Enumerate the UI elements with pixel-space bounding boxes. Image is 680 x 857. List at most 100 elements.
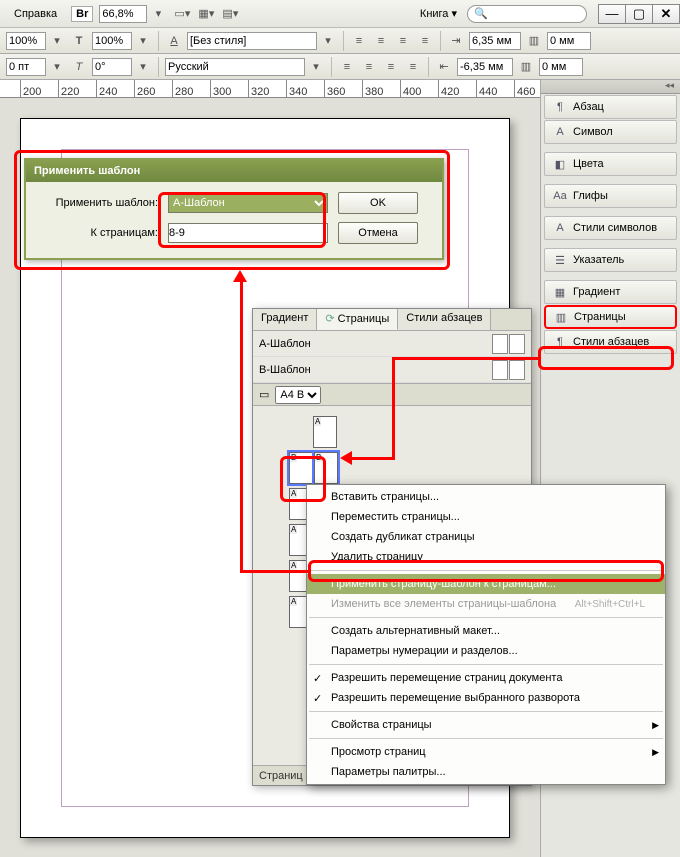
- ctx-label: Переместить страницы...: [331, 511, 460, 523]
- master-template-select[interactable]: A-Шаблон: [168, 193, 328, 213]
- ok-button[interactable]: OK: [338, 192, 418, 214]
- ctx-viewpages[interactable]: Просмотр страниц▶: [307, 742, 665, 762]
- ruler-tick: 380: [362, 80, 383, 98]
- screen-mode-icon[interactable]: ▭▾: [173, 5, 191, 23]
- panel-charstyles[interactable]: AСтили символов: [544, 216, 677, 240]
- panel-parastyles[interactable]: ¶Стили абзацев: [544, 330, 677, 354]
- dropdown-icon[interactable]: ▾: [149, 5, 167, 23]
- ctx-panelopts[interactable]: Параметры палитры...: [307, 762, 665, 782]
- ruler-tick: 240: [96, 80, 117, 98]
- page-size-bar: ▭ A4 B: [253, 384, 531, 406]
- pages-panel-tab[interactable]: Стили абзацев: [398, 309, 491, 330]
- ctx-numbering[interactable]: Параметры нумерации и разделов...: [307, 641, 665, 661]
- space-after-input[interactable]: [457, 58, 513, 76]
- ruler-tick: 360: [324, 80, 345, 98]
- ctx-label: Просмотр страниц: [331, 746, 426, 758]
- char-style-icon: A: [165, 32, 183, 50]
- ctx-altlayout[interactable]: Создать альтернативный макет...: [307, 621, 665, 641]
- panel-charstyles-icon: A: [553, 221, 567, 235]
- zoom-input[interactable]: [99, 5, 147, 23]
- cancel-button[interactable]: Отмена: [338, 222, 418, 244]
- page-thumb[interactable]: B: [314, 452, 338, 484]
- search-icon: 🔍: [474, 7, 488, 20]
- page-thumb[interactable]: B: [289, 452, 313, 484]
- align-left-icon[interactable]: ≡: [350, 32, 368, 50]
- panel-paragraph[interactable]: ¶Абзац: [544, 95, 677, 119]
- panel-label: Страницы: [574, 311, 626, 323]
- ctx-duplicate[interactable]: Создать дубликат страницы: [307, 527, 665, 547]
- apply-master-label: Применить шаблон:: [38, 197, 158, 209]
- ctx-separator: [309, 738, 663, 739]
- search-field[interactable]: 🔍: [467, 5, 587, 23]
- ruler-tick: 280: [172, 80, 193, 98]
- panel-swatches-icon: ◧: [553, 157, 567, 171]
- justify-all-right-icon[interactable]: ≡: [382, 58, 400, 76]
- vert-scale-input[interactable]: [92, 32, 132, 50]
- master-row[interactable]: B-Шаблон: [253, 357, 531, 383]
- panel-gradient-icon: ▦: [553, 285, 567, 299]
- align-right-icon[interactable]: ≡: [394, 32, 412, 50]
- panel-character[interactable]: AСимвол: [544, 120, 677, 144]
- ctx-label: Разрешить перемещение страниц документа: [331, 672, 562, 684]
- ctx-apply-master[interactable]: Применить страницу-шаблон к страницам...: [307, 574, 665, 594]
- justify-all-center-icon[interactable]: ≡: [360, 58, 378, 76]
- ctx-override: Изменить все элементы страницы-шаблонаAl…: [307, 594, 665, 614]
- space-before-input[interactable]: [469, 32, 521, 50]
- maximize-button[interactable]: ▢: [625, 4, 653, 24]
- master-row[interactable]: A-Шаблон: [253, 331, 531, 357]
- spread[interactable]: BB: [289, 452, 525, 484]
- dock-collapse-handle[interactable]: ◂◂: [541, 80, 680, 94]
- spread[interactable]: A: [313, 416, 525, 448]
- panel-gradient[interactable]: ▦Градиент: [544, 280, 677, 304]
- pages-panel-tab[interactable]: Градиент: [253, 309, 317, 330]
- ctx-insert[interactable]: Вставить страницы...: [307, 487, 665, 507]
- panel-pages-icon: ▥: [554, 310, 568, 324]
- ctx-shuffle-spread[interactable]: ✓Разрешить перемещение выбранного развор…: [307, 688, 665, 708]
- ctx-delete[interactable]: Удалить страницу: [307, 547, 665, 567]
- ctx-label: Изменить все элементы страницы-шаблона: [331, 598, 556, 610]
- workspace-switcher[interactable]: Книга ▾: [420, 7, 461, 20]
- ruler-tick: 420: [438, 80, 459, 98]
- panel-glyphs[interactable]: AaГлифы: [544, 184, 677, 208]
- ruler-tick: 220: [58, 80, 79, 98]
- align-center-icon[interactable]: ≡: [372, 32, 390, 50]
- page-size-icon: ▭: [259, 388, 269, 401]
- pages-context-menu: Вставить страницы... Переместить страницы…: [306, 484, 666, 785]
- ctx-separator: [309, 570, 663, 571]
- language-select[interactable]: [165, 58, 305, 76]
- align-justify-icon[interactable]: ≡: [416, 32, 434, 50]
- page-size-select[interactable]: A4 B: [275, 386, 321, 404]
- ruler-tick: 440: [476, 80, 497, 98]
- pages-range-input[interactable]: [168, 223, 328, 243]
- control-strip-1: ▾ T ▾ A ▾ ≡ ≡ ≡ ≡ ⇥ ▥: [0, 28, 680, 54]
- ctx-shuffle-doc[interactable]: ✓Разрешить перемещение страниц документа: [307, 668, 665, 688]
- minimize-button[interactable]: —: [598, 4, 626, 24]
- close-button[interactable]: ✕: [652, 4, 680, 24]
- panel-index[interactable]: ☰Указатель: [544, 248, 677, 272]
- bridge-button[interactable]: Br: [71, 6, 93, 22]
- panel-swatches[interactable]: ◧Цвета: [544, 152, 677, 176]
- arrange-icon[interactable]: ▦▾: [197, 5, 215, 23]
- space-before-icon: ⇥: [447, 32, 465, 50]
- masters-section: A-ШаблонB-Шаблон: [253, 331, 531, 384]
- page-thumb[interactable]: A: [313, 416, 337, 448]
- apply-master-dialog: Применить шаблон Применить шаблон: A-Шаб…: [24, 158, 444, 260]
- ctx-label: Параметры нумерации и разделов...: [331, 645, 518, 657]
- pages-panel-tab[interactable]: ⟳Страницы: [317, 309, 398, 330]
- menu-help[interactable]: Справка: [6, 4, 65, 24]
- ctx-pageattr[interactable]: Свойства страницы▶: [307, 715, 665, 735]
- justify-all-left-icon[interactable]: ≡: [338, 58, 356, 76]
- ctx-move[interactable]: Переместить страницы...: [307, 507, 665, 527]
- gutter-input[interactable]: [539, 58, 583, 76]
- char-style-select[interactable]: [187, 32, 317, 50]
- justify-all-icon[interactable]: ≡: [404, 58, 422, 76]
- refresh-icon: ⟳: [325, 313, 334, 325]
- panel-label: Глифы: [573, 190, 608, 202]
- columns-input[interactable]: [547, 32, 591, 50]
- horiz-scale-input[interactable]: [6, 32, 46, 50]
- zoom-control[interactable]: ▾: [99, 5, 167, 23]
- leading-input[interactable]: [6, 58, 46, 76]
- view-options-icon[interactable]: ▤▾: [221, 5, 239, 23]
- panel-pages[interactable]: ▥ Страницы: [544, 305, 677, 329]
- skew-input[interactable]: [92, 58, 132, 76]
